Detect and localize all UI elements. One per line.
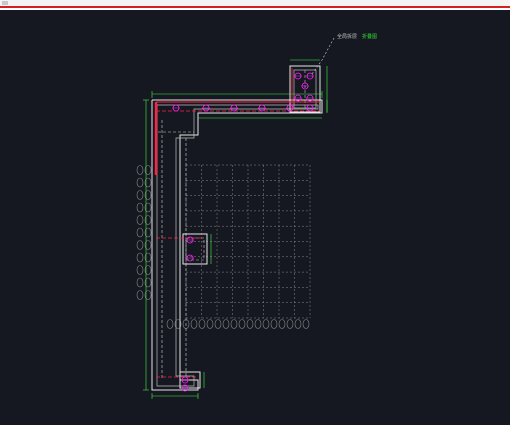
outer-wall-line: [151, 99, 323, 391]
grid-circle: [136, 227, 144, 238]
grid-circle: [206, 319, 214, 329]
toolbar-handle-icon[interactable]: [2, 1, 8, 5]
top-toolbar-strip: [0, 0, 510, 8]
grid-circle: [278, 319, 286, 329]
stirrup-markers: [172, 72, 314, 392]
grid-circle: [136, 240, 144, 250]
drawing-canvas[interactable]: 全局拆层 折叠图: [0, 10, 510, 425]
cad-drawing[interactable]: 全局拆层 折叠图: [0, 10, 510, 425]
grid-circle: [136, 215, 144, 225]
grid-circle: [166, 319, 174, 329]
grid-circle: [294, 319, 302, 329]
middle-box: [182, 233, 208, 265]
annotation-link[interactable]: 折叠图: [362, 33, 377, 40]
grid-circle: [254, 319, 262, 329]
wall-outline: [151, 65, 323, 391]
grid-circle-markers: [136, 165, 310, 329]
grid-circle: [230, 319, 238, 329]
annotation: 全局拆层 折叠图: [311, 33, 377, 75]
rebar-lines: [154, 68, 320, 378]
background-grid: [185, 164, 311, 319]
grid-circle: [270, 319, 278, 329]
grid-circle: [246, 319, 254, 329]
grid-circle: [136, 202, 144, 213]
grid-circle: [136, 252, 144, 263]
grid-circle: [136, 190, 144, 200]
grid-circle: [136, 177, 144, 188]
annotation-leader: [311, 37, 335, 75]
grid-circle: [302, 319, 310, 329]
grid-circle: [262, 319, 270, 329]
grid-circle: [136, 277, 144, 288]
grid-circle: [238, 319, 246, 329]
inner-wall-line: [156, 104, 319, 387]
grid-circle: [198, 319, 206, 329]
cad-viewer-window: 全局拆层 折叠图: [0, 0, 510, 425]
annotation-label: 全局拆层: [337, 33, 357, 40]
grid-circle: [136, 265, 144, 275]
grid-circle: [214, 319, 222, 329]
grid-circle: [190, 319, 198, 329]
grid-circle: [286, 319, 294, 329]
grid-circle: [136, 290, 144, 300]
grid-circle: [222, 319, 230, 329]
grid-circle: [136, 165, 144, 175]
